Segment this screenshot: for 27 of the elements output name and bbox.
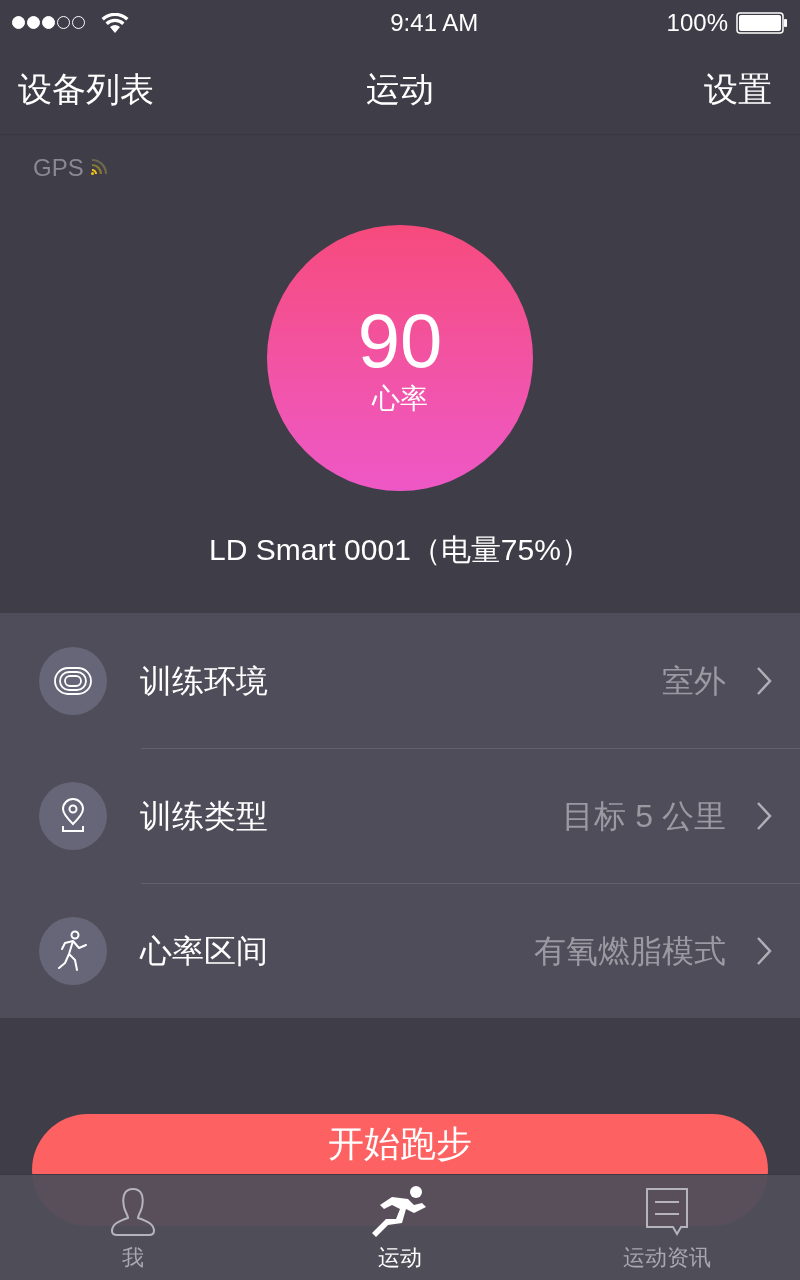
- chevron-right-icon: [756, 665, 772, 696]
- setting-value: 室外: [662, 661, 726, 701]
- battery-percent: 100%: [666, 7, 728, 38]
- heart-rate-value: 90: [357, 303, 443, 379]
- setting-label: 训练类型: [140, 796, 268, 836]
- setting-row[interactable]: 训练环境 室外: [0, 613, 800, 748]
- battery-icon: [736, 11, 788, 34]
- person-icon: [109, 1187, 158, 1237]
- setting-value: 目标 5 公里: [562, 796, 726, 836]
- device-name: LD Smart 0001（电量75%）: [209, 535, 591, 568]
- setting-label: 训练环境: [140, 661, 268, 701]
- setting-value: 有氧燃脂模式: [534, 931, 726, 971]
- device-list-button[interactable]: 设备列表: [18, 64, 154, 115]
- heart-rate-label: 心率: [372, 385, 428, 413]
- location-pin-icon: [59, 797, 87, 834]
- chevron-right-icon: [756, 800, 772, 831]
- settings-button[interactable]: 设置: [704, 64, 772, 115]
- track-icon: [53, 665, 93, 696]
- chevron-right-icon: [756, 935, 772, 966]
- runner-icon: [57, 929, 89, 972]
- page-title: 运动: [366, 69, 434, 110]
- setting-label: 心率区间: [140, 931, 268, 971]
- setting-row[interactable]: 训练类型 目标 5 公里: [0, 748, 800, 883]
- wifi-icon: [101, 12, 129, 33]
- gps-label: GPS: [33, 153, 84, 183]
- setting-row[interactable]: 心率区间 有氧燃脂模式: [0, 883, 800, 1018]
- clock-time: 9:41 AM: [390, 7, 479, 38]
